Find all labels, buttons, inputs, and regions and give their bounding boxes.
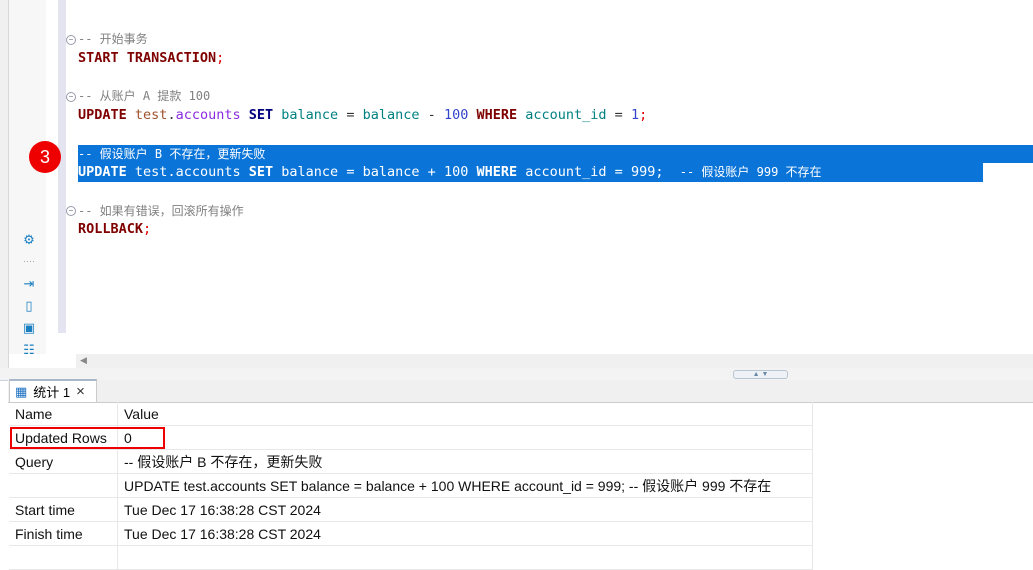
table-row: Finish time Tue Dec 17 16:38:28 CST 2024 (9, 521, 813, 546)
column: balance (281, 107, 339, 123)
keyword: WHERE (476, 164, 518, 180)
dot: . (167, 107, 176, 123)
splitter-handle[interactable]: ▲ ▼ (733, 370, 788, 379)
code-comment: -- 开始事务 (78, 32, 148, 46)
keyword: SET (248, 107, 274, 123)
left-edge (0, 0, 9, 380)
code-line: UPDATE test.accounts SET balance = balan… (78, 106, 647, 125)
table-row: UPDATE test.accounts SET balance = balan… (9, 473, 813, 498)
tab-label: 统计 1 (33, 385, 71, 400)
table-row: Query -- 假设账户 B 不存在，更新失败 (9, 449, 813, 474)
code-comment: -- 假设账户 B 不存在，更新失败 (78, 147, 266, 161)
column: account_id (525, 107, 607, 123)
step-badge: 3 (29, 141, 61, 173)
keyword: ROLLBACK (78, 221, 144, 237)
keyword: START TRANSACTION (78, 50, 217, 66)
schema: test (134, 107, 168, 123)
file-variable-icon[interactable]: ▣ (22, 321, 36, 335)
fold-icon[interactable]: − (66, 92, 76, 102)
horizontal-scrollbar[interactable]: ◀ (76, 354, 1033, 368)
operator: + (427, 164, 436, 180)
code-line: UPDATE test.accounts SET balance = balan… (78, 163, 822, 182)
keyword: SET (248, 164, 274, 180)
column: balance (362, 164, 420, 180)
semicolon: ; (639, 107, 648, 123)
semicolon: ; (655, 164, 664, 180)
semicolon: ; (216, 50, 225, 66)
grid-icon: ▦ (15, 383, 28, 399)
number: 100 (443, 164, 469, 180)
code-comment: -- 如果有错误，回滚所有操作 (78, 204, 244, 218)
code-line: ROLLBACK; (78, 220, 151, 239)
results-tab-bar (8, 380, 1033, 403)
code-line: START TRANSACTION; (78, 49, 224, 68)
row-name: Finish time (9, 521, 118, 546)
row-value: 0 (117, 425, 813, 450)
row-name: Query (9, 449, 118, 474)
table-header: Name Value (9, 402, 813, 426)
header-value: Value (117, 402, 813, 426)
row-value: Tue Dec 17 16:38:28 CST 2024 (117, 521, 813, 546)
export-file-icon[interactable]: ⇥ (22, 277, 36, 291)
column: balance (281, 164, 339, 180)
scroll-left-icon[interactable]: ◀ (80, 355, 87, 366)
structure-icon[interactable]: ☷ (22, 343, 36, 357)
column: account_id (525, 164, 607, 180)
code-comment: -- 从账户 A 提款 100 (78, 89, 211, 103)
keyword: UPDATE (78, 107, 127, 123)
number: 1 (630, 107, 640, 123)
number: 100 (443, 107, 469, 123)
row-value: UPDATE test.accounts SET balance = balan… (117, 473, 813, 498)
highlight-box (10, 427, 165, 449)
operator: = (346, 107, 355, 123)
row-name: Start time (9, 497, 118, 522)
row-name (9, 473, 118, 498)
tab-statistics[interactable]: ▦ 统计 1 × (9, 379, 97, 402)
keyword: UPDATE (78, 164, 127, 180)
column: balance (362, 107, 420, 123)
more-dots-icon: ···· (23, 256, 35, 266)
fold-icon[interactable]: − (66, 35, 76, 45)
close-icon[interactable]: × (76, 383, 85, 400)
operator: = (614, 107, 623, 123)
gear-icon[interactable]: ⚙ (22, 233, 36, 247)
file-error-icon[interactable]: ▯ (22, 299, 36, 313)
schema: test (134, 164, 168, 180)
number: 999 (630, 164, 656, 180)
table-row: Start time Tue Dec 17 16:38:28 CST 2024 (9, 497, 813, 522)
table: accounts (175, 107, 241, 123)
fold-icon[interactable]: − (66, 206, 76, 216)
operator: = (614, 164, 623, 180)
header-name: Name (9, 402, 118, 426)
dot: . (167, 164, 176, 180)
table: accounts (175, 164, 241, 180)
operator: - (427, 107, 436, 123)
keyword: WHERE (476, 107, 518, 123)
row-value: Tue Dec 17 16:38:28 CST 2024 (117, 497, 813, 522)
editor-ruler (58, 0, 66, 333)
operator: = (346, 164, 355, 180)
side-toolbar: ⚙ ···· ⇥ ▯ ▣ ☷ (9, 0, 46, 357)
row-value (117, 545, 813, 570)
trailing-comment: -- 假设账户 999 不存在 (679, 165, 822, 179)
row-name (9, 545, 118, 570)
semicolon: ; (143, 221, 152, 237)
row-value: -- 假设账户 B 不存在，更新失败 (117, 449, 813, 474)
table-row (9, 545, 813, 570)
